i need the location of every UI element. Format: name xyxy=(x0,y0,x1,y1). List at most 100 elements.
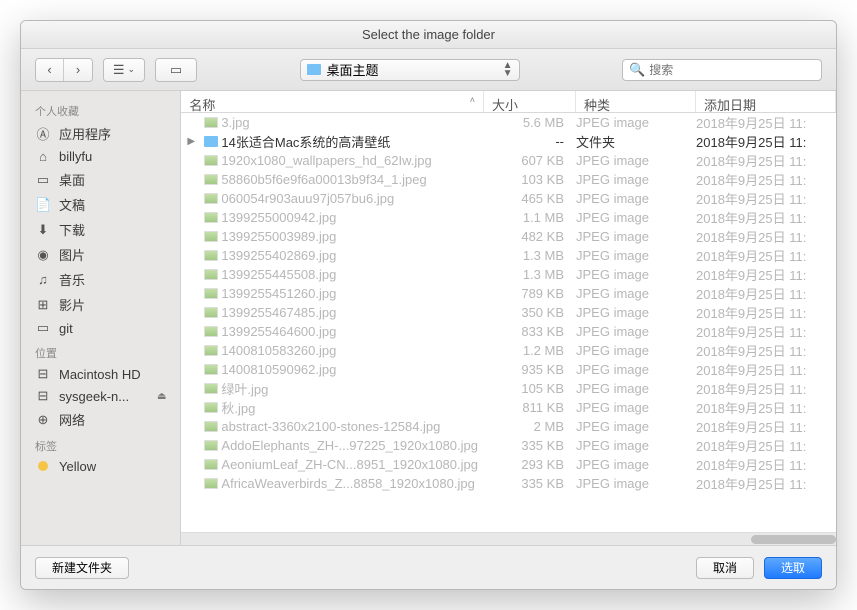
back-button[interactable]: ‹ xyxy=(36,59,64,81)
header-kind[interactable]: 种类 xyxy=(576,91,696,112)
choose-button[interactable]: 选取 xyxy=(764,557,822,579)
file-name: 1399255451260.jpg xyxy=(221,286,484,301)
file-row[interactable]: 1400810583260.jpg1.2 MBJPEG image2018年9月… xyxy=(181,341,836,360)
file-row[interactable]: 1920x1080_wallpapers_hd_62Iw.jpg607 KBJP… xyxy=(181,151,836,170)
file-row[interactable]: 3.jpg5.6 MBJPEG image2018年9月25日 11: xyxy=(181,113,836,132)
sidebar-item[interactable]: ♫音乐 xyxy=(21,267,180,292)
file-name: 秋.jpg xyxy=(221,398,484,417)
search-input[interactable] xyxy=(649,63,815,77)
sidebar-item[interactable]: 📄文稿 xyxy=(21,192,180,217)
group-button[interactable]: ▭ xyxy=(156,59,196,81)
file-date: 2018年9月25日 11: xyxy=(696,227,836,246)
file-kind: JPEG image xyxy=(576,286,696,301)
file-row[interactable]: 1399255445508.jpg1.3 MBJPEG image2018年9月… xyxy=(181,265,836,284)
file-date: 2018年9月25日 11: xyxy=(696,341,836,360)
image-file-icon xyxy=(201,117,221,128)
movie-icon: ⊞ xyxy=(35,297,51,313)
image-file-icon xyxy=(201,402,221,413)
image-file-icon xyxy=(201,421,221,432)
disclosure-triangle-icon[interactable]: ▶ xyxy=(187,136,201,147)
file-row[interactable]: 1399255464600.jpg833 KBJPEG image2018年9月… xyxy=(181,322,836,341)
file-row[interactable]: AddoElephants_ZH-...97225_1920x1080.jpg3… xyxy=(181,436,836,455)
file-date: 2018年9月25日 11: xyxy=(696,208,836,227)
eject-icon[interactable]: ⏏ xyxy=(157,391,166,402)
file-name: abstract-3360x2100-stones-12584.jpg xyxy=(221,419,484,434)
file-row[interactable]: AeoniumLeaf_ZH-CN...8951_1920x1080.jpg29… xyxy=(181,455,836,474)
file-name: 1400810590962.jpg xyxy=(221,362,484,377)
sidebar-item[interactable]: ⊕网络 xyxy=(21,407,180,432)
file-row[interactable]: 1400810590962.jpg935 KBJPEG image2018年9月… xyxy=(181,360,836,379)
file-kind: JPEG image xyxy=(576,476,696,491)
file-date: 2018年9月25日 11: xyxy=(696,360,836,379)
file-kind: JPEG image xyxy=(576,248,696,263)
new-folder-button[interactable]: 新建文件夹 xyxy=(35,557,129,579)
sidebar-item-label: 音乐 xyxy=(59,270,85,289)
file-row[interactable]: 58860b5f6e9f6a00013b9f34_1.jpeg103 KBJPE… xyxy=(181,170,836,189)
cancel-button[interactable]: 取消 xyxy=(696,557,754,579)
sidebar-item[interactable]: ▭git xyxy=(21,317,180,339)
file-size: 1.3 MB xyxy=(484,248,576,263)
forward-button[interactable]: › xyxy=(64,59,92,81)
header-date[interactable]: 添加日期 xyxy=(696,91,836,112)
search-field[interactable]: 🔍 xyxy=(622,59,822,81)
file-row[interactable]: AfricaWeaverbirds_Z...8858_1920x1080.jpg… xyxy=(181,474,836,493)
file-row[interactable]: ▶14张适合Mac系统的高清壁纸--文件夹2018年9月25日 11: xyxy=(181,132,836,151)
sidebar-item[interactable]: ⌂billyfu xyxy=(21,146,180,167)
file-kind: JPEG image xyxy=(576,153,696,168)
file-row[interactable]: 1399255467485.jpg350 KBJPEG image2018年9月… xyxy=(181,303,836,322)
sidebar-item-label: 下载 xyxy=(59,220,85,239)
file-row[interactable]: 1399255000942.jpg1.1 MBJPEG image2018年9月… xyxy=(181,208,836,227)
disk-icon: ⊟ xyxy=(35,366,51,382)
horizontal-scrollbar[interactable] xyxy=(181,532,836,545)
file-date: 2018年9月25日 11: xyxy=(696,474,836,493)
file-row[interactable]: 1399255003989.jpg482 KBJPEG image2018年9月… xyxy=(181,227,836,246)
file-kind: JPEG image xyxy=(576,229,696,244)
file-size: 335 KB xyxy=(484,476,576,491)
image-file-icon xyxy=(201,174,221,185)
file-name: 1399255467485.jpg xyxy=(221,305,484,320)
file-date: 2018年9月25日 11: xyxy=(696,322,836,341)
file-row[interactable]: abstract-3360x2100-stones-12584.jpg2 MBJ… xyxy=(181,417,836,436)
sidebar-item[interactable]: ⊞影片 xyxy=(21,292,180,317)
path-select[interactable]: 桌面主题 ▲▼ xyxy=(300,59,520,81)
sidebar-item[interactable]: ⬇下载 xyxy=(21,217,180,242)
sidebar-item[interactable]: ⊟Macintosh HD xyxy=(21,363,180,385)
list-icon: ☰ xyxy=(113,62,125,78)
sidebar-item-label: billyfu xyxy=(59,149,92,164)
folder-icon xyxy=(201,136,221,147)
file-name: 1399255402869.jpg xyxy=(221,248,484,263)
file-row[interactable]: 060054r903auu97j057bu6.jpg465 KBJPEG ima… xyxy=(181,189,836,208)
file-row[interactable]: 秋.jpg811 KBJPEG image2018年9月25日 11: xyxy=(181,398,836,417)
file-row[interactable]: 1399255402869.jpg1.3 MBJPEG image2018年9月… xyxy=(181,246,836,265)
header-name[interactable]: 名称˄ xyxy=(181,91,484,112)
title-label: Select the image folder xyxy=(362,27,495,42)
file-name: AddoElephants_ZH-...97225_1920x1080.jpg xyxy=(221,438,484,453)
file-date: 2018年9月25日 11: xyxy=(696,284,836,303)
file-kind: JPEG image xyxy=(576,305,696,320)
doc-icon: 📄 xyxy=(35,197,51,213)
sidebar-item[interactable]: Yellow xyxy=(21,456,180,477)
file-size: 335 KB xyxy=(484,438,576,453)
view-mode-button[interactable]: ☰⌄ xyxy=(104,59,144,81)
file-row[interactable]: 绿叶.jpg105 KBJPEG image2018年9月25日 11: xyxy=(181,379,836,398)
image-file-icon xyxy=(201,288,221,299)
sidebar-item[interactable]: Ⓐ应用程序 xyxy=(21,121,180,146)
file-date: 2018年9月25日 11: xyxy=(696,132,836,151)
sidebar-item[interactable]: ◉图片 xyxy=(21,242,180,267)
file-name: 3.jpg xyxy=(221,115,484,130)
file-kind: 文件夹 xyxy=(576,132,696,151)
sidebar-item[interactable]: ▭桌面 xyxy=(21,167,180,192)
file-date: 2018年9月25日 11: xyxy=(696,246,836,265)
sidebar-item[interactable]: ⊟sysgeek-n...⏏ xyxy=(21,385,180,407)
file-list: 3.jpg5.6 MBJPEG image2018年9月25日 11:▶14张适… xyxy=(181,113,836,532)
image-file-icon xyxy=(201,326,221,337)
globe-icon: ⊕ xyxy=(35,412,51,428)
file-date: 2018年9月25日 11: xyxy=(696,189,836,208)
file-size: 789 KB xyxy=(484,286,576,301)
file-date: 2018年9月25日 11: xyxy=(696,113,836,132)
file-row[interactable]: 1399255451260.jpg789 KBJPEG image2018年9月… xyxy=(181,284,836,303)
file-size: 935 KB xyxy=(484,362,576,377)
header-size[interactable]: 大小 xyxy=(484,91,576,112)
sidebar-item-label: Yellow xyxy=(59,459,96,474)
file-name: 060054r903auu97j057bu6.jpg xyxy=(221,191,484,206)
